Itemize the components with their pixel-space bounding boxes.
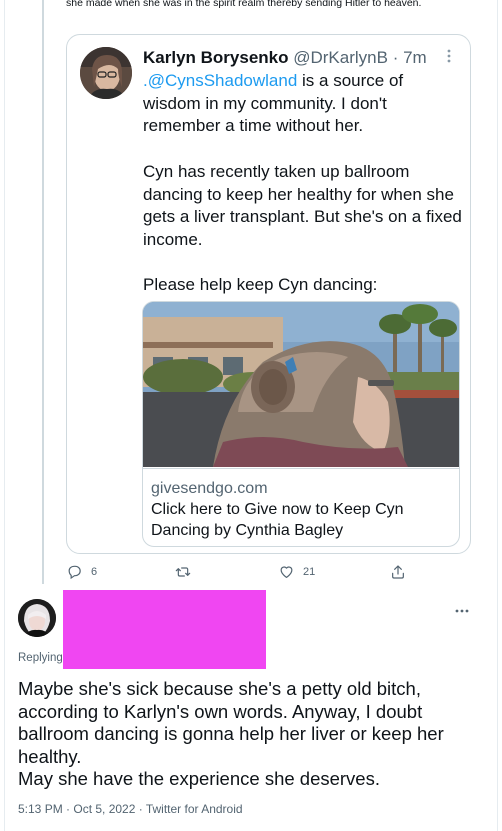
link-preview-image[interactable] <box>143 302 459 467</box>
more-vertical-icon[interactable] <box>442 49 456 63</box>
like-button[interactable]: 21 <box>278 564 315 580</box>
quoted-paragraph-2: Cyn has recently taken up ballroom danci… <box>143 161 463 252</box>
mention-link[interactable]: .@CynsShadowland <box>143 71 297 90</box>
link-title: Click here to Give now to Keep Cyn Danci… <box>151 501 404 539</box>
reply-author-avatar[interactable] <box>18 599 56 637</box>
share-button[interactable] <box>390 564 406 580</box>
quoted-tweet-card[interactable]: Karlyn Borysenko @DrKarlynB · 7m .@CynsS… <box>66 34 471 554</box>
tweet-action-bar: 6 21 <box>0 564 502 584</box>
quoted-tweet-time[interactable]: · 7m <box>393 48 427 67</box>
tweet-timestamp-meta[interactable]: 5:13 PM · Oct 5, 2022 · Twitter for Andr… <box>18 802 243 816</box>
retweet-icon <box>175 567 191 577</box>
quoted-paragraph-1: .@CynsShadowland is a source of wisdom i… <box>143 70 463 138</box>
paragraph-text: Please help keep Cyn dancing: <box>143 275 378 295</box>
previous-tweet-text: she made when she was in the spirit real… <box>66 0 422 9</box>
link-domain: givesendgo.com <box>151 480 268 497</box>
quoted-author-handle[interactable]: @DrKarlynB <box>293 48 388 67</box>
link-preview-info[interactable]: givesendgo.com Click here to Give now to… <box>143 468 459 546</box>
share-icon <box>392 565 404 579</box>
quoted-author-name[interactable]: Karlyn Borysenko <box>143 48 289 67</box>
left-frame-border <box>4 0 5 831</box>
quoted-author-avatar[interactable] <box>80 47 132 99</box>
heart-icon <box>280 566 293 578</box>
reply-button[interactable]: 6 <box>66 564 97 580</box>
reply-tweet-text: Maybe she's sick because she's a petty o… <box>18 678 444 789</box>
paragraph-text: Cyn has recently taken up ballroom danci… <box>143 161 462 249</box>
retweet-button[interactable] <box>174 564 192 580</box>
redacted-username-block <box>63 590 266 669</box>
quoted-paragraph-3: Please help keep Cyn dancing: <box>143 274 463 297</box>
quoted-tweet-header: Karlyn Borysenko @DrKarlynB · 7m <box>143 47 440 69</box>
link-preview-card[interactable]: givesendgo.com Click here to Give now to… <box>142 301 460 547</box>
quoted-tweet-text: .@CynsShadowland is a source of wisdom i… <box>143 70 463 320</box>
reply-icon <box>68 565 81 580</box>
more-horizontal-icon[interactable] <box>455 600 469 616</box>
replying-to-label: Replying <box>18 652 63 664</box>
right-frame-border <box>497 0 498 831</box>
like-count: 21 <box>303 566 316 578</box>
thread-connector-line <box>42 0 44 584</box>
reply-count: 6 <box>91 566 98 578</box>
